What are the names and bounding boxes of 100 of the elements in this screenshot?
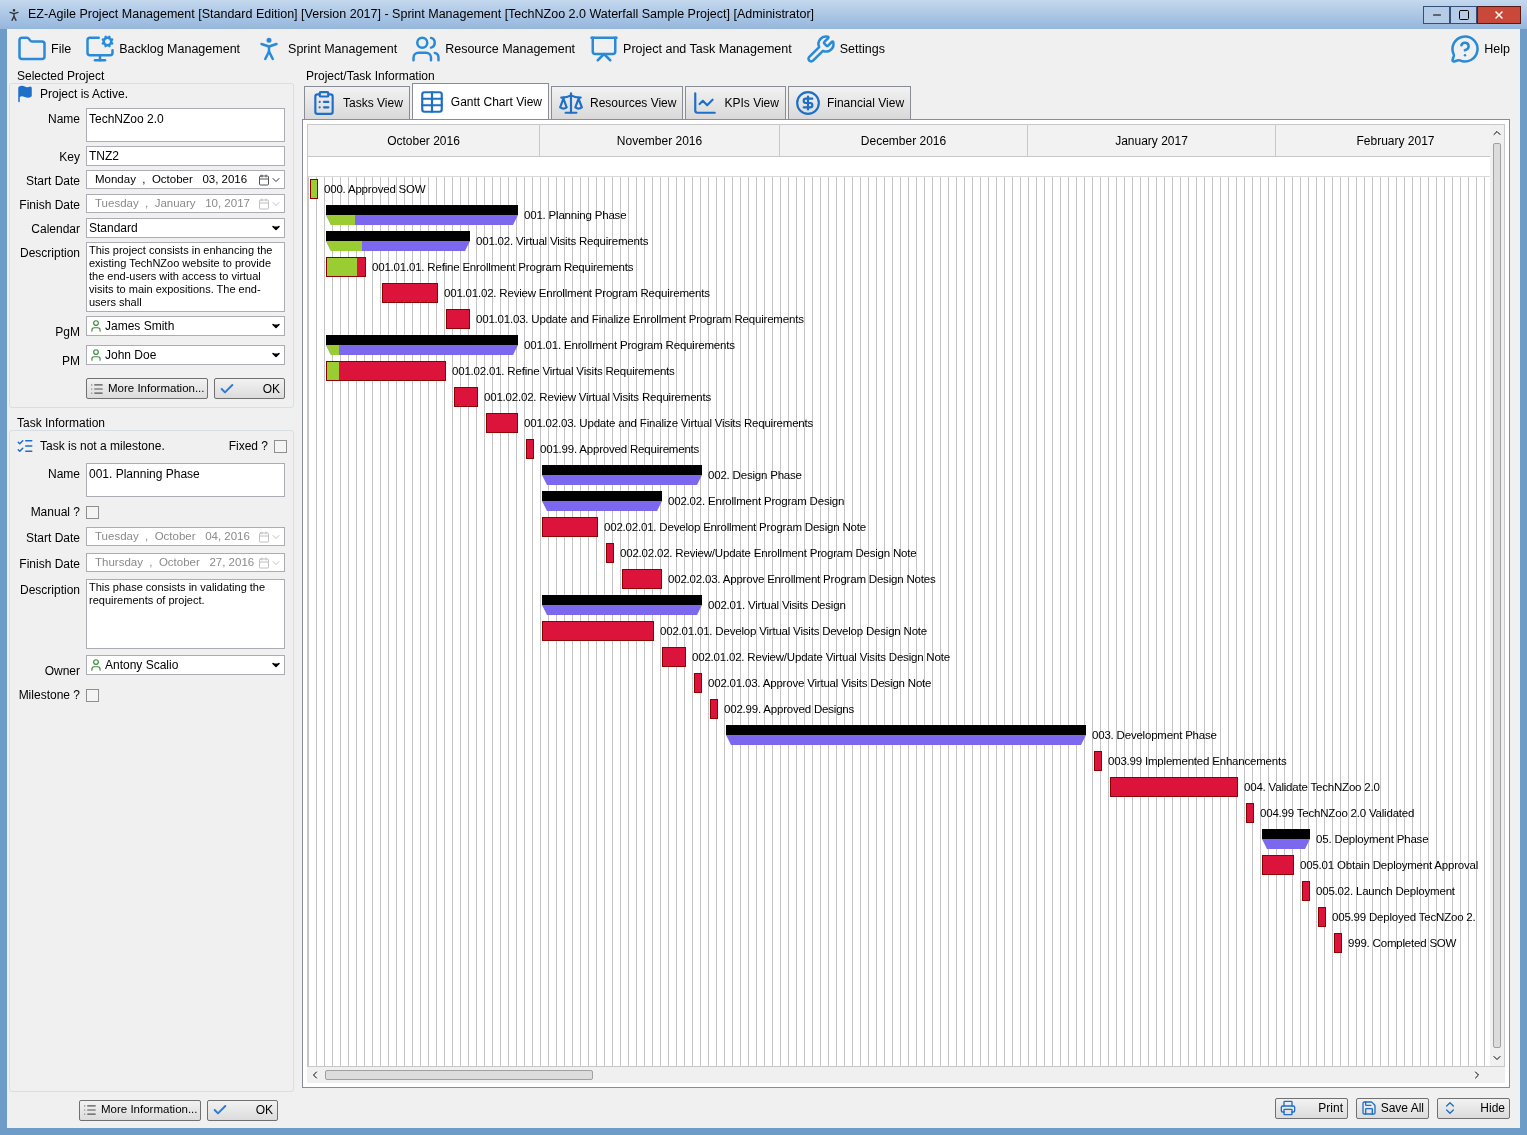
field-label: Milestone ? xyxy=(17,687,80,704)
text-field[interactable]: TNZ2 xyxy=(86,146,285,166)
task-label: 001.99. Approved Requirements xyxy=(540,442,700,457)
month-header: November 2016 xyxy=(540,125,780,156)
field-label: Fixed ? xyxy=(228,438,268,455)
horizontal-scrollbar[interactable] xyxy=(307,1067,1505,1083)
task-label: 002.02.03. Approve Enrollment Program Design Notes xyxy=(668,572,936,587)
task-label: 002. Design Phase xyxy=(708,468,802,483)
close-button[interactable] xyxy=(1477,5,1521,24)
person-icon xyxy=(89,319,103,333)
field-label: PgM xyxy=(54,324,80,341)
clipboard-icon xyxy=(311,90,337,116)
summary-bar[interactable] xyxy=(1262,829,1310,849)
toolbar-button[interactable]: Settings xyxy=(805,34,885,64)
tab[interactable]: Gantt Chart View xyxy=(411,83,549,119)
dropdown[interactable]: Standard xyxy=(86,218,285,238)
task-label: 001. Planning Phase xyxy=(524,208,627,223)
date-picker[interactable]: Monday , October 03, 2016 xyxy=(86,170,285,189)
task-label: 002.02. Enrollment Program Design xyxy=(668,494,845,509)
project-status: Project is Active. xyxy=(40,86,129,103)
tab[interactable]: Tasks View xyxy=(304,86,410,119)
text-area[interactable]: TechNZoo 2.0 xyxy=(86,108,285,142)
tab[interactable]: Financial View xyxy=(787,86,912,119)
field-label: Calendar xyxy=(30,221,80,238)
more-information-button[interactable]: More Information... xyxy=(86,378,208,399)
table-icon xyxy=(418,88,445,115)
month-header: October 2016 xyxy=(308,125,540,156)
person-dropdown[interactable]: James Smith xyxy=(86,316,285,336)
toolbar-button[interactable]: Backlog Management xyxy=(85,34,241,64)
summary-bar[interactable] xyxy=(542,491,662,511)
task-label: 001.01.01. Refine Enrollment Program Requirements xyxy=(372,260,634,275)
summary-bar[interactable] xyxy=(326,335,518,355)
task-label: 002.01. Virtual Visits Design xyxy=(708,598,846,613)
summary-bar[interactable] xyxy=(326,231,470,251)
person-icon xyxy=(89,658,103,672)
tab[interactable]: Resources View xyxy=(550,86,684,119)
footer-button[interactable]: Save All xyxy=(1356,1097,1429,1119)
footer-button[interactable]: Hide xyxy=(1437,1097,1510,1119)
toolbar-button[interactable]: Sprint Management xyxy=(254,34,398,64)
list-icon xyxy=(83,1103,97,1117)
task-bar[interactable] xyxy=(326,257,366,277)
maximize-button[interactable] xyxy=(1450,5,1477,24)
calendar-icon xyxy=(258,173,270,186)
person-dropdown[interactable]: John Doe xyxy=(86,345,285,365)
presenter-board-icon xyxy=(589,34,620,64)
task-label: 001.01. Enrollment Program Requirements xyxy=(524,338,735,353)
vertical-scrollbar[interactable] xyxy=(1490,125,1504,1066)
task-label: 005.01 Obtain Deployment Approval xyxy=(1300,858,1479,873)
person-dropdown[interactable]: Antony Scalio xyxy=(86,655,285,675)
task-label: 000. Approved SOW xyxy=(324,182,426,197)
month-header: December 2016 xyxy=(780,125,1028,156)
group-heading: Selected Project xyxy=(17,69,106,83)
toolbar-button[interactable]: Resource Management xyxy=(411,34,576,64)
ok-button[interactable]: OK xyxy=(207,1099,278,1121)
help-button[interactable]: Help xyxy=(1450,34,1510,64)
footer-button[interactable]: Print xyxy=(1275,1097,1348,1119)
field-label: Start Date xyxy=(24,173,80,190)
field-label: Finish Date xyxy=(18,556,80,573)
field-label: Key xyxy=(58,149,80,166)
month-header: January 2017 xyxy=(1028,125,1276,156)
task-label: 05. Deployment Phase xyxy=(1316,832,1429,847)
minimize-button[interactable] xyxy=(1423,5,1450,24)
toolbar-button[interactable]: Project and Task Management xyxy=(589,34,792,64)
task-label: 002.02.02. Review/Update Enrollment Program Design Note xyxy=(620,546,917,561)
tab[interactable]: KPIs View xyxy=(685,86,786,119)
task-label: 005.02. Launch Deployment xyxy=(1316,884,1455,899)
summary-bar[interactable] xyxy=(326,205,518,225)
task-label: 005.99 Deployed TecNZoo 2. xyxy=(1332,910,1476,925)
calendar-icon xyxy=(258,556,270,569)
save-icon xyxy=(1361,1100,1377,1116)
calendar-icon xyxy=(258,530,270,543)
text-area[interactable]: 001. Planning Phase xyxy=(86,463,285,497)
field-label: Manual ? xyxy=(29,504,80,521)
task-label: 001.02.01. Refine Virtual Visits Requirements xyxy=(452,364,675,379)
text-area[interactable]: This phase consists in validating the requirements of project. xyxy=(86,579,285,649)
task-bar[interactable] xyxy=(326,361,446,381)
task-label: 002.01.02. Review/Update Virtual Visits Design Note xyxy=(692,650,950,665)
group-heading: Task Information xyxy=(17,416,107,430)
task-label: 999. Completed SOW xyxy=(1348,936,1457,951)
window-title: EZ-Agile Project Management [Standard Edition] [Version 2017] - Sprint Management [TechNZoo 2.0 Waterfall Sample Project] [Administrator] xyxy=(28,6,815,24)
field-label: Name xyxy=(47,466,80,483)
close-icon xyxy=(1493,8,1505,21)
printer-icon xyxy=(1280,1100,1296,1116)
task-label: 001.02.02. Review Virtual Visits Requirements xyxy=(484,390,712,405)
toolbar-button[interactable]: File xyxy=(17,34,72,64)
task-label: 003.99 Implemented Enhancements xyxy=(1108,754,1287,769)
checkbox[interactable] xyxy=(86,688,99,702)
flag-icon xyxy=(16,85,34,103)
scale-icon xyxy=(557,90,584,116)
text-area[interactable]: This project consists in enhancing the existing TechNZoo website to provide the end-users with access to virtual visits to main expositions. The end-users shall xyxy=(86,242,285,312)
task-label: 001.02. Virtual Visits Requirements xyxy=(476,234,649,249)
task-label: 001.01.03. Update and Finalize Enrollment Program Requirements xyxy=(476,312,804,327)
app-icon xyxy=(6,6,22,23)
task-bar[interactable] xyxy=(310,179,318,199)
ok-button[interactable]: OK xyxy=(214,378,285,399)
task-label: 002.99. Approved Designs xyxy=(724,702,855,717)
checkbox[interactable] xyxy=(274,439,287,453)
field-label: Start Date xyxy=(24,530,80,547)
more-information-button[interactable]: More Information... xyxy=(79,1099,201,1121)
checkbox[interactable] xyxy=(86,505,99,519)
